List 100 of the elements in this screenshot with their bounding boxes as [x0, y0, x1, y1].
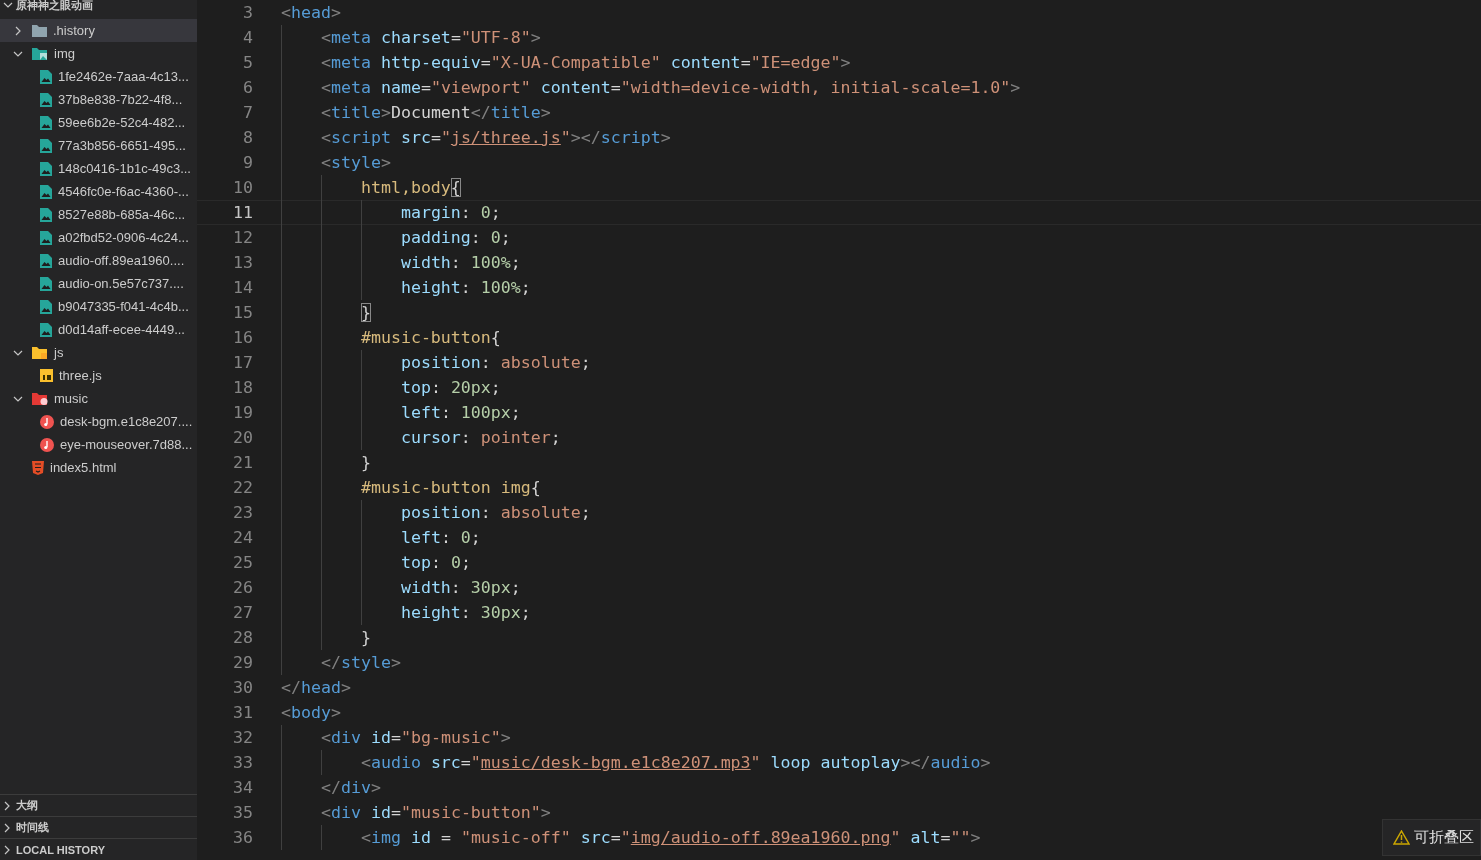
tooltip-text: 可折叠区	[1414, 828, 1474, 847]
tree-item[interactable]: 77a3b856-6651-495...	[0, 134, 197, 157]
tree-item[interactable]: music	[0, 387, 197, 410]
tree-item[interactable]: audio-off.89ea1960....	[0, 249, 197, 272]
line-number: 14	[232, 278, 253, 297]
folder-icon	[32, 24, 47, 37]
tree-item[interactable]: index5.html	[0, 456, 197, 479]
line-number: 21	[232, 453, 253, 472]
tree-item[interactable]: 8527e88b-685a-46c...	[0, 203, 197, 226]
image-file-icon	[40, 253, 52, 268]
line-number: 29	[232, 653, 253, 672]
line-number: 24	[232, 528, 253, 547]
image-file-icon	[40, 230, 52, 245]
panel-header[interactable]: 时间线	[0, 816, 197, 838]
line-number: 34	[232, 778, 253, 797]
tree-item[interactable]: desk-bgm.e1c8e207....	[0, 410, 197, 433]
tree-item[interactable]: .history	[0, 19, 197, 42]
code-line: height: 30px;	[281, 600, 1481, 625]
code-line: #music-button img{	[281, 475, 1481, 500]
line-number: 20	[232, 428, 253, 447]
line-number: 32	[232, 728, 253, 747]
line-number: 31	[232, 703, 253, 722]
line-number: 5	[242, 53, 253, 72]
image-file-icon	[40, 276, 52, 291]
tree-item[interactable]: three.js	[0, 364, 197, 387]
panel-header[interactable]: 大纲	[0, 794, 197, 816]
tree-item[interactable]: eye-mouseover.7d88...	[0, 433, 197, 456]
line-number: 12	[232, 228, 253, 247]
script-file-icon	[40, 369, 53, 382]
tree-item[interactable]: b9047335-f041-4c4b...	[0, 295, 197, 318]
tree-item[interactable]: js	[0, 341, 197, 364]
warning-icon	[1393, 830, 1410, 845]
line-number: 16	[232, 328, 253, 347]
code-line: left: 100px;	[281, 400, 1481, 425]
image-file-icon	[40, 322, 52, 337]
image-file-icon	[40, 207, 52, 222]
code-line: top: 0;	[281, 550, 1481, 575]
folder-music-icon	[32, 392, 48, 405]
panel-header[interactable]: LOCAL HISTORY	[0, 838, 197, 860]
line-number: 33	[232, 753, 253, 772]
code-line: }	[281, 625, 1481, 650]
line-number: 7	[242, 103, 253, 122]
line-number: 9	[242, 153, 253, 172]
image-file-icon	[40, 161, 52, 176]
line-number: 30	[232, 678, 253, 697]
line-number: 27	[232, 603, 253, 622]
code-line: <div id="music-button">	[281, 800, 1481, 825]
line-number: 35	[232, 803, 253, 822]
image-file-icon	[40, 184, 52, 199]
code-line: <body>	[281, 702, 342, 724]
code-line: <head>	[281, 2, 342, 24]
code-line: <style>	[281, 150, 1481, 175]
code-line: }	[281, 300, 1481, 325]
image-file-icon	[40, 115, 52, 130]
code-line: padding: 0;	[281, 225, 1481, 250]
tree-item[interactable]: d0d14aff-ecee-4449...	[0, 318, 197, 341]
line-number: 25	[232, 553, 253, 572]
image-file-icon	[40, 138, 52, 153]
code-line: margin: 0;	[281, 200, 1481, 225]
line-number: 19	[232, 403, 253, 422]
folder-picture-icon	[32, 47, 48, 60]
code-line: position: absolute;	[281, 350, 1481, 375]
tree-item[interactable]: 148c0416-1b1c-49c3...	[0, 157, 197, 180]
code-line: width: 100%;	[281, 250, 1481, 275]
line-number: 10	[232, 178, 253, 197]
line-number: 8	[242, 128, 253, 147]
line-number: 15	[232, 303, 253, 322]
image-file-icon	[40, 69, 52, 84]
line-number: 18	[232, 378, 253, 397]
tree-item[interactable]: img	[0, 42, 197, 65]
line-number: 4	[242, 28, 253, 47]
folder-icon	[32, 346, 48, 359]
image-file-icon	[40, 92, 52, 107]
line-number: 3	[242, 3, 253, 22]
code-line: <meta http-equiv="X-UA-Compatible" content="IE=edge">	[281, 50, 1481, 75]
music-note-icon	[40, 437, 54, 452]
image-file-icon	[40, 299, 52, 314]
tree-item[interactable]: a02fbd52-0906-4c24...	[0, 226, 197, 249]
line-number: 13	[232, 253, 253, 272]
line-number: 28	[232, 628, 253, 647]
line-number: 11	[232, 203, 253, 222]
code-line: <title>Document</title>	[281, 100, 1481, 125]
code-line: <div id="bg-music">	[281, 725, 1481, 750]
music-note-icon	[40, 414, 54, 429]
line-number: 36	[232, 828, 253, 847]
line-number: 6	[242, 78, 253, 97]
code-line: <audio src="music/desk-bgm.e1c8e207.mp3" loop autoplay></audio>	[281, 750, 1481, 775]
code-line: top: 20px;	[281, 375, 1481, 400]
tree-item[interactable]: audio-on.5e57c737....	[0, 272, 197, 295]
code-line: width: 30px;	[281, 575, 1481, 600]
code-line: <script src="js/three.js"></script>	[281, 125, 1481, 150]
tree-item[interactable]: 4546fc0e-f6ac-4360-...	[0, 180, 197, 203]
tree-item[interactable]: 59ee6b2e-52c4-482...	[0, 111, 197, 134]
line-number: 26	[232, 578, 253, 597]
tree-item[interactable]: 37b8e838-7b22-4f8...	[0, 88, 197, 111]
code-line: #music-button{	[281, 325, 1481, 350]
code-line: left: 0;	[281, 525, 1481, 550]
code-line: <meta charset="UTF-8">	[281, 25, 1481, 50]
tree-item[interactable]: 1fe2462e-7aaa-4c13...	[0, 65, 197, 88]
code-line: </div>	[281, 775, 1481, 800]
